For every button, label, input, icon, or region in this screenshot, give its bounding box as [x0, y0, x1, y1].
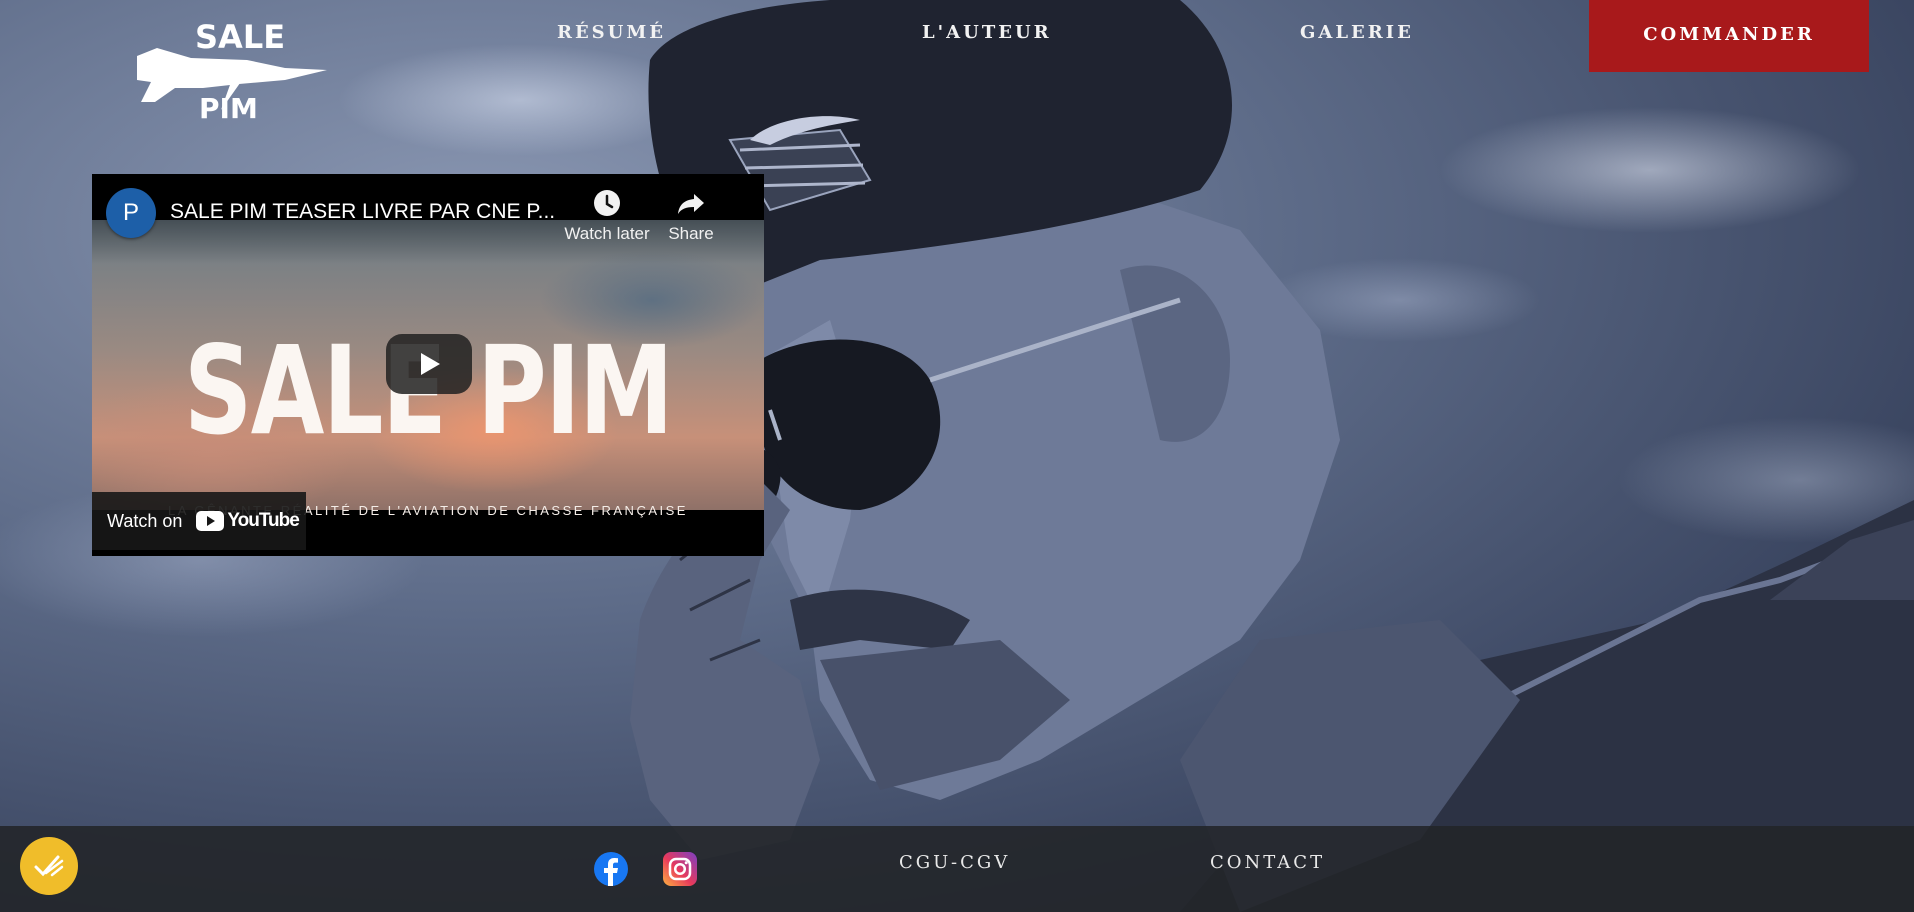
share-arrow-icon	[678, 194, 704, 214]
footer-link-cgu-cgv[interactable]: CGU-CGV	[899, 852, 1010, 873]
nav-link-galerie[interactable]: GALERIE	[1300, 22, 1414, 43]
facebook-icon[interactable]	[594, 852, 628, 886]
top-navigation: SALE PIM RÉSUMÉ L'AUTEUR GALERIE COMMAND…	[0, 0, 1914, 125]
youtube-logo: YouTube	[196, 510, 300, 532]
watch-later-button[interactable]: Watch later	[557, 188, 657, 244]
watch-later-label: Watch later	[564, 224, 650, 243]
watch-on-youtube-button[interactable]: Watch on YouTube	[92, 492, 306, 550]
video-title[interactable]: SALE PIM TEASER LIVRE PAR CNE P...	[170, 200, 560, 224]
share-button[interactable]: Share	[656, 188, 726, 244]
logo-text-pim: PIM	[199, 92, 258, 125]
youtube-video-embed[interactable]: SALE PIM LA GÊNANTE RÉALITÉ DE L'AVIATIO…	[92, 174, 764, 556]
clock-icon	[594, 190, 620, 216]
youtube-wordmark: YouTube	[227, 510, 299, 531]
sale-pim-logo[interactable]: SALE PIM	[135, 18, 331, 130]
share-label: Share	[668, 224, 714, 243]
play-button[interactable]	[386, 334, 472, 394]
checkmark-icon	[34, 855, 64, 877]
youtube-play-icon	[196, 511, 225, 531]
footer-link-contact[interactable]: CONTACT	[1210, 852, 1325, 873]
nav-link-resume[interactable]: RÉSUMÉ	[557, 22, 666, 43]
instagram-icon[interactable]	[663, 852, 697, 886]
logo-text-sale: SALE	[195, 18, 285, 56]
order-button[interactable]: COMMANDER	[1589, 0, 1869, 72]
page: SALE PIM RÉSUMÉ L'AUTEUR GALERIE COMMAND…	[0, 0, 1914, 912]
footer-bar: CGU-CGV CONTACT	[0, 826, 1914, 912]
cookie-consent-button[interactable]	[20, 837, 78, 895]
play-icon	[421, 353, 440, 375]
hero-pilot-image	[630, 0, 1914, 912]
watch-on-label: Watch on	[107, 510, 183, 531]
nav-link-auteur[interactable]: L'AUTEUR	[922, 22, 1052, 43]
channel-avatar[interactable]: P	[106, 188, 156, 238]
